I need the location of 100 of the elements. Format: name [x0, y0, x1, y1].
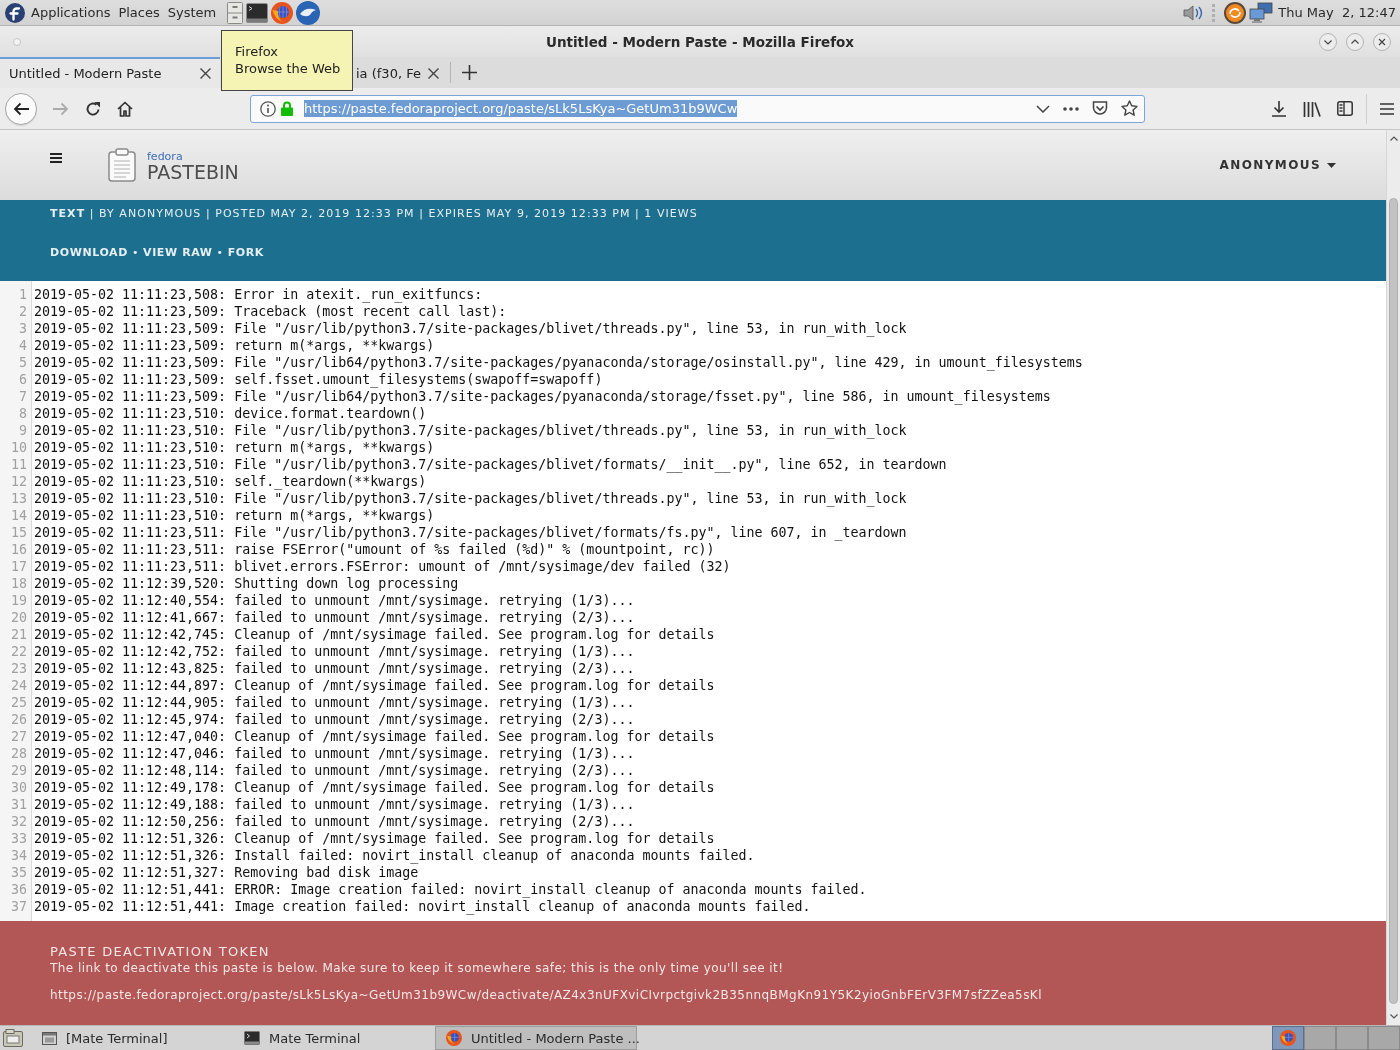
code-line: 2019-05-02 11:12:42,752: failed to unmount /mnt/sysimage. retrying (1/3)...	[34, 643, 635, 660]
code-line: 2019-05-02 11:11:23,511: File "/usr/lib/python3.7/site-packages/blivet/formats/fs.py", line 607, in _teardown	[34, 524, 907, 541]
panel-menu[interactable]: Places	[118, 5, 160, 20]
network-icon[interactable]	[1249, 1, 1274, 24]
logo-icon[interactable]	[5, 2, 25, 23]
download-icon[interactable]	[1271, 100, 1287, 117]
code-line: 2019-05-02 11:12:47,040: Cleanup of /mnt/sysimage failed. See program.log for details	[34, 728, 715, 745]
terminal-icon[interactable]	[246, 2, 269, 23]
line-number: 1	[18, 286, 27, 303]
line-number: 25	[10, 694, 27, 711]
brand-name: fedora	[147, 150, 184, 162]
line-number: 32	[10, 813, 27, 830]
star-icon[interactable]	[1121, 100, 1138, 117]
workspace-button[interactable]	[1272, 1026, 1304, 1050]
link-separator: •	[216, 245, 224, 260]
panel-menu[interactable]: Applications	[31, 5, 111, 20]
paste-action-link[interactable]: VIEW RAW	[143, 245, 213, 260]
code-line: 2019-05-02 11:12:41,667: failed to unmount /mnt/sysimage. retrying (2/3)...	[34, 609, 635, 626]
speaker-icon[interactable]	[1183, 3, 1204, 22]
line-number: 16	[10, 541, 27, 558]
code-line: 2019-05-02 11:11:23,508: Error in atexit._run_exitfuncs:	[34, 286, 483, 303]
swoosh-icon[interactable]	[296, 0, 321, 25]
code-line: 2019-05-02 11:12:51,327: Removing bad disk image	[34, 864, 419, 881]
code-line: 2019-05-02 11:11:23,510: return m(*args, **kwargs)	[34, 507, 435, 524]
panel-menu[interactable]: System	[167, 5, 217, 20]
code-line: 2019-05-02 11:11:23,510: self._teardown(**kwargs)	[34, 473, 427, 490]
chevron-down-icon[interactable]	[1036, 104, 1050, 113]
back-arrow-icon	[13, 101, 29, 116]
code-line: 2019-05-02 11:12:49,188: failed to unmount /mnt/sysimage. retrying (1/3)...	[34, 796, 635, 813]
code-line: 2019-05-02 11:12:51,441: ERROR: Image creation failed: novirt_install cleanup of anaconda mounts failed.	[34, 881, 867, 898]
line-number: 14	[10, 507, 27, 524]
line-number: 13	[10, 490, 27, 507]
line-number: 18	[10, 575, 27, 592]
deactivation-url: https://paste.fedoraproject.org/paste/sLk5LsKya~GetUm31b9WCw/deactivate/AZ4x3nUFXviCIvrpctgivk2B35nnqBMgKn91Y5K2yioGnbFErV3FM7sfZZea5sKl	[50, 988, 1042, 1003]
browser-tab[interactable]: Untitled - Modern Paste	[0, 57, 220, 88]
code-line: 2019-05-02 11:11:23,511: raise FSError("umount of %s failed (%d)" % (mountpoint, rc))	[34, 541, 715, 558]
panel-heading: PASTE DEACTIVATION TOKEN	[50, 943, 270, 960]
code-line: 2019-05-02 11:12:51,326: Cleanup of /mnt/sysimage failed. See program.log for details	[34, 830, 715, 847]
close-tab-icon[interactable]	[200, 68, 211, 79]
code-line: 2019-05-02 11:11:23,509: File "/usr/lib64/python3.7/site-packages/pyanaconda/storage/fsset.py", line 586, in umount_filesystems	[34, 388, 1051, 405]
code-line: 2019-05-02 11:12:40,554: failed to unmount /mnt/sysimage. retrying (1/3)...	[34, 592, 635, 609]
code-line: 2019-05-02 11:11:23,510: device.format.teardown()	[34, 405, 427, 422]
scrollbar[interactable]	[1386, 130, 1400, 1025]
scrollbar-thumb[interactable]	[1389, 198, 1398, 1004]
line-number: 19	[10, 592, 27, 609]
code-line: 2019-05-02 11:12:45,974: failed to unmount /mnt/sysimage. retrying (2/3)...	[34, 711, 635, 728]
line-number: 8	[18, 405, 27, 422]
user-menu[interactable]: ANONYMOUS	[1219, 158, 1336, 172]
code-line: 2019-05-02 11:12:51,326: Install failed: novirt_install cleanup of anaconda mounts failed.	[34, 847, 755, 864]
code-line: 2019-05-02 11:12:42,745: Cleanup of /mnt/sysimage failed. See program.log for details	[34, 626, 715, 643]
home-icon[interactable]	[117, 100, 133, 117]
code-line: 2019-05-02 11:12:44,905: failed to unmount /mnt/sysimage. retrying (1/3)...	[34, 694, 635, 711]
line-number: 4	[18, 337, 27, 354]
info-icon[interactable]	[260, 100, 276, 117]
code-line: 2019-05-02 11:11:23,511: blivet.errors.FSError: umount of /mnt/sysimage/dev failed (32)	[34, 558, 731, 575]
scroll-up-icon[interactable]	[1389, 136, 1398, 141]
url-text: https://paste.fedoraproject.org/paste/sLk5LsKya~GetUm31b9WCw	[304, 100, 738, 117]
code-line: 2019-05-02 11:12:39,520: Shutting down log processing	[34, 575, 459, 592]
clock[interactable]: Thu May 2, 12:47	[1278, 5, 1396, 20]
line-number: 17	[10, 558, 27, 575]
sync-icon[interactable]	[1224, 1, 1247, 24]
code-line: 2019-05-02 11:11:23,509: return m(*args, **kwargs)	[34, 337, 435, 354]
line-number: 22	[10, 643, 27, 660]
line-number: 37	[10, 898, 27, 915]
new-tab-icon[interactable]	[462, 65, 477, 80]
code-line: 2019-05-02 11:11:23,509: File "/usr/lib64/python3.7/site-packages/pyanaconda/storage/osinstall.py", line 429, in umount_filesystems	[34, 354, 1083, 371]
close-tab-icon[interactable]	[428, 68, 439, 79]
paste-details: TEXT | BY ANONYMOUS | POSTED MAY 2, 2019 12:33 PM | EXPIRES MAY 9, 2019 12:33 PM | 1 VIEWS	[50, 206, 698, 221]
more-icon[interactable]	[1063, 106, 1079, 111]
paste-action-link[interactable]: DOWNLOAD	[50, 245, 128, 260]
back-button[interactable]	[5, 92, 37, 125]
scroll-down-icon[interactable]	[1389, 1014, 1398, 1019]
window-title: Untitled - Modern Paste - Mozilla Firefox	[545, 33, 855, 50]
browser-tab[interactable]: ia (f30, Fe	[354, 57, 448, 88]
pocket-icon[interactable]	[1092, 101, 1108, 116]
line-number: 6	[18, 371, 27, 388]
close-icon[interactable]	[1373, 32, 1391, 51]
globe-icon	[1280, 1030, 1296, 1046]
code-line: 2019-05-02 11:11:23,510: File "/usr/lib/python3.7/site-packages/blivet/threads.py", line 53, in run_with_lock	[34, 490, 907, 507]
line-number: 30	[10, 779, 27, 796]
tooltip-title: Firefox	[235, 43, 279, 60]
sidebar-icon[interactable]	[1337, 101, 1353, 116]
globe-icon	[446, 1030, 462, 1046]
code-line: 2019-05-02 11:11:23,509: self.fsset.umount_filesystems(swapoff=swapoff)	[34, 371, 603, 388]
line-number: 5	[18, 354, 27, 371]
product-name: PASTEBIN	[147, 161, 239, 182]
reload-icon[interactable]	[85, 100, 101, 117]
taskbar-button[interactable]: Mate Terminal	[233, 1026, 435, 1050]
paste-action-link[interactable]: FORK	[227, 245, 264, 260]
code-line: 2019-05-02 11:12:43,825: failed to unmount /mnt/sysimage. retrying (2/3)...	[34, 660, 635, 677]
show-desktop-icon[interactable]	[3, 1029, 23, 1047]
line-number: 11	[10, 456, 27, 473]
globe-icon[interactable]	[271, 1, 294, 24]
menu-icon[interactable]	[50, 153, 62, 163]
taskbar-button[interactable]: Untitled - Modern Paste ...	[435, 1026, 637, 1050]
code-line: 2019-05-02 11:11:23,509: Traceback (most recent call last):	[34, 303, 507, 320]
line-number: 26	[10, 711, 27, 728]
taskbar-button[interactable]: [Mate Terminal]	[31, 1026, 233, 1050]
line-number: 35	[10, 864, 27, 881]
library-icon[interactable]	[1303, 100, 1321, 117]
